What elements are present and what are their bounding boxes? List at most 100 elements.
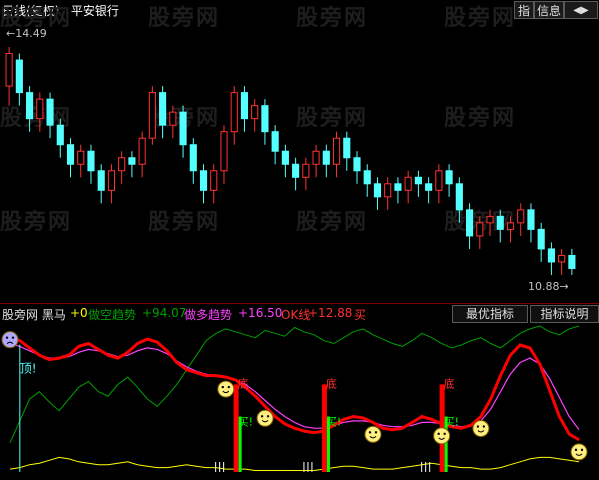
candle-body [527, 209, 535, 230]
buy-signal-label: 买! [238, 415, 253, 428]
short-trend-value: +94.07 [142, 306, 187, 320]
candle-body [56, 124, 64, 146]
smile-face-icon-eye [221, 385, 225, 389]
top-signal-label: 顶! [20, 362, 37, 376]
indicator-help-button[interactable]: 指标说明 [530, 305, 599, 323]
smile-face-icon [433, 427, 451, 445]
candle-body [107, 170, 116, 191]
candle-body [292, 163, 300, 178]
ok-line-value: +12.88 [308, 306, 353, 320]
long-trend-line [9, 342, 580, 431]
candle-body [281, 150, 289, 165]
smile-face-icon-eye [260, 415, 264, 418]
smile-face-icon-eye [574, 448, 578, 452]
candle-body [15, 59, 23, 94]
candle-body [210, 170, 218, 191]
candle-body [332, 137, 341, 165]
candle-body [77, 150, 85, 165]
candle-body [568, 254, 576, 269]
bottom-signal-label: 底 [238, 376, 249, 390]
candle-body [128, 157, 136, 165]
index-button[interactable]: 指 [514, 1, 534, 19]
smile-face-icon-eye [368, 431, 372, 434]
ok-line-label: OK线 [281, 308, 311, 322]
indicator-v0: +0 [70, 306, 88, 320]
candle-body [230, 92, 238, 133]
candle-body [445, 170, 453, 185]
high-price-marker: ←14.49 [6, 27, 47, 40]
sad-face-icon-eye [5, 336, 9, 339]
sound-button[interactable]: ◀▶ [564, 1, 598, 19]
candle-body [373, 183, 382, 198]
sad-face-icon [1, 331, 19, 349]
candle-body [425, 183, 433, 191]
candle-body [517, 209, 525, 224]
long-trend-label: 做多趋势 [184, 308, 233, 322]
smile-face-icon-eye [476, 425, 480, 428]
candle-body [240, 92, 249, 120]
candle-body [312, 150, 320, 165]
smile-face-icon-eye [482, 425, 486, 428]
candle-body [159, 92, 167, 126]
candle-body [5, 53, 13, 87]
candle-body [36, 98, 44, 120]
candle-body [97, 170, 105, 191]
candle-body [46, 98, 54, 126]
low-price-label: 10.88 [528, 280, 560, 293]
candle-body [302, 163, 310, 178]
high-price-label: 14.49 [15, 27, 47, 40]
sad-face-icon-eye [11, 336, 15, 339]
buy-tag: 买 [354, 308, 367, 322]
buy-signal-label: 买! [444, 415, 459, 428]
short-trend-line [9, 325, 580, 444]
smile-face-icon [570, 443, 588, 461]
candle-body [465, 209, 474, 237]
smile-face-icon [364, 425, 382, 443]
smile-face-icon [472, 420, 490, 438]
candle-body [138, 137, 146, 165]
candle-body [251, 105, 259, 120]
bottom-signal-label: 底 [326, 376, 337, 390]
candle-body [189, 144, 197, 172]
candlestick-chart[interactable] [0, 20, 599, 302]
candle-body [558, 254, 566, 263]
candle-body [476, 222, 484, 237]
smile-face-icon [256, 409, 274, 427]
candle-body [496, 215, 504, 230]
low-price-marker: 10.88→ [528, 280, 569, 293]
candle-body [486, 215, 494, 224]
smile-face-icon-eye [374, 431, 378, 434]
chart-title: 日线(复权) 平安银行 [2, 2, 119, 19]
indicator-chart[interactable]: 顶! 底买! 底买! 底买! [0, 322, 599, 480]
info-button[interactable]: 信息 [534, 1, 564, 19]
candle-body [547, 248, 555, 263]
indicator-name: 股旁网 黑马 [2, 308, 66, 322]
stock-name: 平安银行 [70, 4, 119, 18]
candle-body [455, 183, 463, 211]
candle-body [220, 131, 228, 172]
candle-body [118, 157, 126, 172]
indicator-header: 股旁网 黑马 +0 做空趋势 +94.07 做多趋势 +16.50 OK线 +1… [0, 304, 599, 323]
bottom-signal-label: 底 [444, 376, 455, 390]
candle-body [271, 131, 279, 152]
best-indicator-button[interactable]: 最优指标 [452, 305, 528, 323]
buy-signal-label: 买! [326, 415, 341, 428]
candle-body [148, 92, 156, 139]
smile-face-icon-eye [580, 448, 584, 452]
candle-body [353, 157, 361, 172]
smile-face-icon-eye [443, 432, 446, 436]
candle-body [169, 111, 177, 126]
candle-body [87, 150, 95, 172]
candle-body [322, 150, 330, 165]
candle-body [414, 176, 422, 185]
candle-body [394, 183, 402, 191]
candle-body [26, 92, 34, 120]
smile-face-icon-eye [266, 415, 270, 418]
candle-body [363, 170, 371, 185]
short-trend-label: 做空趋势 [88, 308, 137, 322]
volume-line [9, 456, 580, 471]
smile-face-icon [217, 380, 235, 398]
candle-body [199, 170, 208, 191]
title-bar: 日线(复权) 平安银行 指 信息 ◀▶ [0, 0, 599, 20]
candle-body [261, 105, 269, 133]
